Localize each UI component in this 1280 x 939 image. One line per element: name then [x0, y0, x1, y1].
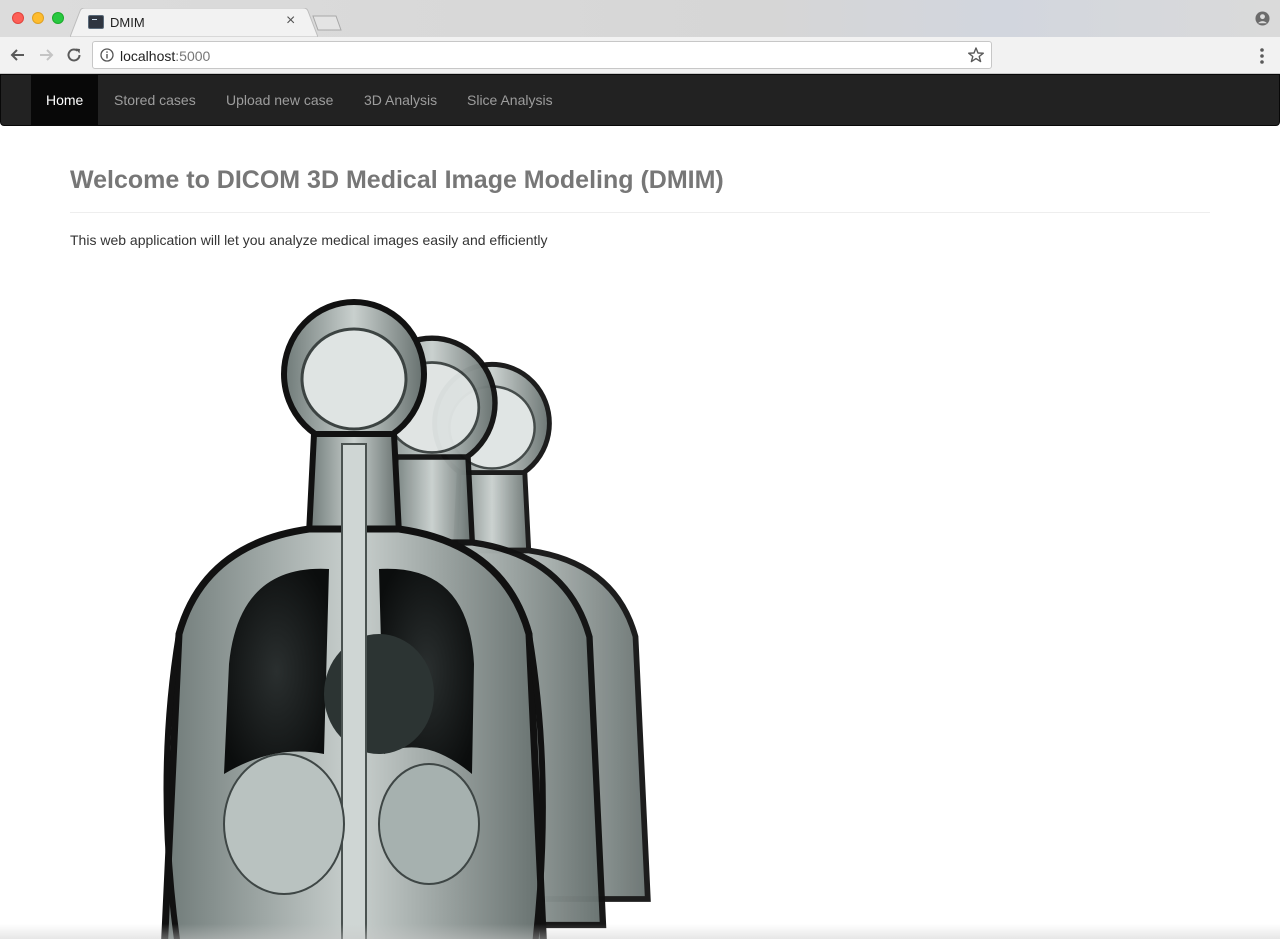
nav-home[interactable]: Home — [31, 75, 99, 125]
forward-arrow-icon[interactable] — [36, 45, 56, 65]
intro-text: This web application will let you analyz… — [70, 232, 548, 248]
close-icon[interactable]: × — [286, 12, 295, 30]
nav-upload-new-case[interactable]: Upload new case — [211, 75, 348, 125]
nav-slice-analysis[interactable]: Slice Analysis — [452, 75, 568, 125]
browser-tab[interactable] — [70, 8, 318, 37]
mri-body-scan-image — [92, 296, 692, 939]
bottom-shadow — [0, 924, 1280, 939]
app-navbar: Home Stored cases Upload new case 3D Ana… — [0, 74, 1280, 126]
minimize-window-button[interactable] — [32, 12, 44, 24]
back-arrow-icon[interactable] — [8, 45, 28, 65]
tab-title: DMIM — [110, 15, 145, 30]
star-icon[interactable] — [967, 46, 985, 64]
page-header: Welcome to DICOM 3D Medical Image Modeli… — [70, 164, 1210, 213]
address-bar[interactable]: localhost:5000 — [92, 41, 992, 69]
page-title: Welcome to DICOM 3D Medical Image Modeli… — [70, 166, 724, 194]
fullscreen-window-button[interactable] — [52, 12, 64, 24]
browser-toolbar: localhost:5000 — [0, 37, 1280, 74]
close-window-button[interactable] — [12, 12, 24, 24]
profile-icon[interactable] — [1255, 11, 1270, 26]
browser-tab-strip: DMIM × — [0, 0, 1280, 37]
nav-stored-cases[interactable]: Stored cases — [99, 75, 211, 125]
reload-icon[interactable] — [64, 45, 84, 65]
nav-3d-analysis[interactable]: 3D Analysis — [349, 75, 452, 125]
info-icon[interactable] — [100, 48, 114, 62]
url-text: localhost:5000 — [120, 48, 211, 64]
menu-icon[interactable] — [1254, 46, 1270, 66]
terminal-favicon-icon — [88, 15, 104, 29]
new-tab-button[interactable] — [312, 15, 342, 31]
